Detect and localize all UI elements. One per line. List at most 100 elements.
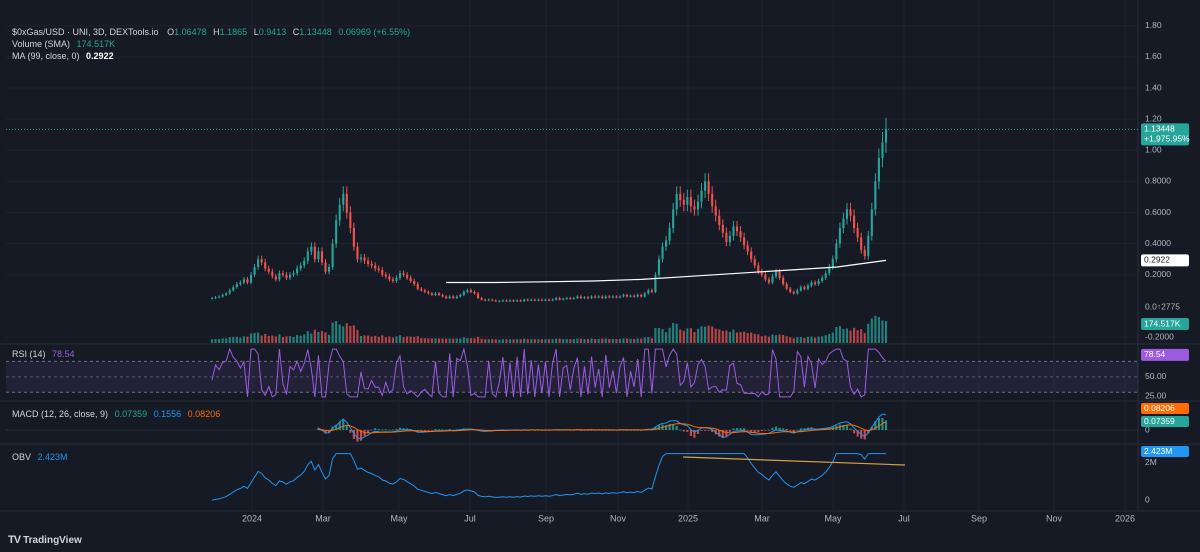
candle-body — [817, 280, 820, 285]
volume-bar — [594, 339, 597, 343]
candle-body — [476, 293, 480, 299]
volume-bar — [313, 329, 316, 343]
time-tick-label: 2024 — [242, 513, 262, 523]
volume-bar — [828, 333, 831, 343]
candle-body — [604, 296, 607, 299]
volume-bar — [221, 338, 224, 343]
macd-hist-bar — [356, 430, 359, 442]
volume-bar — [338, 324, 341, 343]
volume-bar — [402, 337, 405, 343]
macd-legend-label: MACD (12, 26, close, 9) — [12, 409, 109, 419]
chart-canvas[interactable]: 1.80 1.60 1.40 1.20 1.00 0.8000 0.6000 0.4000 0.… — [0, 0, 1200, 552]
volume-bar — [721, 330, 724, 343]
volume-bar — [398, 335, 402, 343]
macd-legend[interactable]: MACD (12, 26, close, 9) 0.07359 0.1556 0… — [12, 409, 220, 420]
candle-body — [260, 259, 263, 263]
macd-hist-bar — [863, 430, 866, 440]
volume-legend[interactable]: Volume (SMA) 174.517K — [12, 39, 115, 50]
volume-bar — [877, 317, 880, 343]
candle-body — [661, 246, 664, 260]
macd-hist-bar — [374, 428, 377, 430]
candle-body — [739, 231, 742, 238]
volume-bar — [732, 329, 735, 343]
volume-bar — [342, 326, 345, 343]
volume-bar — [696, 328, 700, 343]
candle-body — [246, 279, 249, 283]
volume-bar — [260, 335, 263, 343]
volume-bar — [480, 338, 483, 343]
candle-body — [267, 268, 270, 272]
volume-bar — [785, 336, 788, 343]
candle-body — [395, 277, 398, 281]
volume-bar — [813, 337, 817, 343]
candle-body — [452, 296, 455, 299]
volume-bar — [469, 338, 473, 343]
macd-hist-bar — [370, 429, 373, 431]
candle-body — [505, 300, 508, 302]
volume-bar — [416, 336, 419, 343]
symbol-legend[interactable]: $0xGas/USD · UNI, 3D, DEXTools.io O1.064… — [12, 27, 410, 38]
volume-bar — [356, 329, 359, 343]
macd-hist-bar — [441, 429, 444, 431]
volume-bar — [572, 339, 575, 343]
volume-bar — [516, 339, 519, 343]
candle-body — [271, 271, 274, 277]
candle-body — [413, 280, 416, 285]
chart-background — [0, 0, 1200, 552]
candle-body — [813, 282, 817, 285]
candle-body — [455, 296, 458, 299]
candle-body — [757, 265, 760, 272]
macd-hist-bar — [743, 428, 746, 430]
candle-body — [320, 251, 324, 263]
macd-hist-bar — [739, 428, 742, 430]
obv-legend[interactable]: OBV 2.423M — [12, 452, 68, 463]
candle-body — [640, 294, 643, 297]
ma-legend[interactable]: MA (99, close, 0) 0.2922 — [12, 51, 114, 62]
volume-bar — [771, 334, 774, 343]
candle-body — [668, 228, 671, 241]
candle-body — [569, 298, 572, 300]
macd-hist-bar — [345, 425, 348, 430]
macd-hist-bar — [778, 427, 781, 430]
candle-body — [484, 299, 487, 301]
candle-body — [562, 298, 565, 300]
price-tick-label: 0.2000 — [1145, 269, 1171, 279]
volume-legend-label: Volume (SMA) — [12, 39, 71, 49]
candle-body — [867, 235, 870, 257]
volume-bar — [320, 330, 324, 343]
volume-bar — [526, 339, 529, 343]
tradingview-logo[interactable]: TV TradingView — [8, 534, 82, 546]
volume-bar — [739, 332, 742, 343]
volume-bar — [388, 336, 391, 343]
candle-body — [327, 266, 331, 272]
candle-body — [611, 296, 614, 298]
volume-bar — [831, 332, 834, 343]
candle-body — [540, 299, 543, 301]
volume-bar — [757, 334, 760, 343]
rsi-legend[interactable]: RSI (14) 78.54 — [12, 349, 75, 360]
candle-body — [530, 299, 533, 301]
candle-body — [693, 206, 696, 210]
candle-body — [480, 298, 483, 300]
volume-bar — [796, 337, 799, 343]
candle-body — [221, 294, 224, 297]
candle-body — [512, 300, 515, 302]
candle-body — [650, 290, 653, 292]
time-tick-label: May — [390, 513, 408, 523]
volume-bar — [774, 335, 778, 343]
candle-body — [597, 296, 600, 298]
rsi-legend-value: 78.54 — [52, 349, 75, 359]
volume-bar — [576, 338, 579, 343]
volume-bar — [650, 338, 653, 343]
price-tick-label: 1.40 — [1145, 82, 1162, 92]
candle-body — [654, 274, 657, 292]
volume-bar — [384, 337, 387, 343]
volume-bar — [615, 339, 618, 343]
volume-bar — [718, 329, 721, 343]
macd-hist-bar — [377, 429, 380, 430]
volume-bar — [672, 323, 675, 343]
candle-body — [494, 300, 497, 302]
volume-bar — [214, 339, 217, 343]
candle-body — [594, 296, 597, 298]
candle-body — [870, 209, 873, 236]
